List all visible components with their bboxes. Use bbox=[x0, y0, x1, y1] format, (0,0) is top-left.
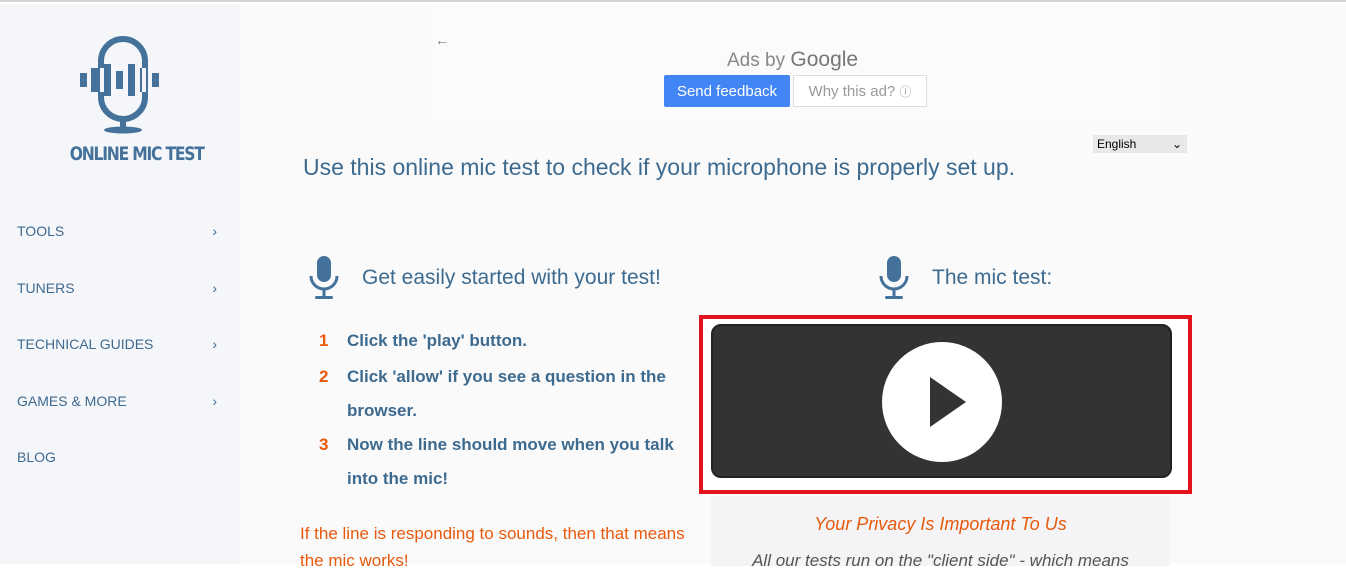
chevron-right-icon: › bbox=[212, 336, 217, 352]
nav-blog[interactable]: BLOG bbox=[17, 449, 217, 465]
nav-tools[interactable]: TOOLS › bbox=[17, 223, 217, 239]
chevron-right-icon: › bbox=[212, 280, 217, 296]
google-label: Google bbox=[790, 48, 859, 71]
ads-by-label: Ads by bbox=[727, 50, 786, 71]
nav-technical-guides[interactable]: TECHNICAL GUIDES › bbox=[17, 336, 217, 352]
ads-by-google: Ads by Google bbox=[727, 48, 858, 72]
mic-works-note: If the line is responding to sounds, the… bbox=[300, 524, 685, 570]
mic-test-highlight bbox=[699, 315, 1192, 494]
started-heading: Get easily started with your test! bbox=[308, 256, 661, 300]
step-3: 3 Now the line should move when you talk … bbox=[319, 428, 689, 496]
step-1: 1 Click the 'play' button. bbox=[319, 324, 699, 358]
play-icon bbox=[930, 377, 966, 427]
step-text: Now the line should move when you talk i… bbox=[347, 435, 674, 488]
back-arrow-icon[interactable]: ← bbox=[435, 32, 449, 48]
info-icon: ⓘ bbox=[899, 84, 912, 99]
nav-label: GAMES & MORE bbox=[17, 393, 127, 409]
nav-games-more[interactable]: GAMES & MORE › bbox=[17, 393, 217, 409]
language-value: English bbox=[1097, 137, 1137, 151]
sidebar: ONLINE MIC TEST TOOLS › TUNERS › TECHNICAL… bbox=[0, 4, 240, 564]
step-number: 3 bbox=[319, 435, 329, 454]
chevron-right-icon: › bbox=[212, 223, 217, 239]
nav-label: TECHNICAL GUIDES bbox=[17, 336, 154, 352]
step-text: Click 'allow' if you see a question in t… bbox=[347, 367, 666, 420]
language-select[interactable]: English ⌄ bbox=[1093, 135, 1187, 153]
privacy-title: Your Privacy Is Important To Us bbox=[814, 514, 1067, 534]
main-content: ← Ads by Google Send feedback Why this a… bbox=[240, 4, 1346, 570]
chevron-right-icon: › bbox=[212, 393, 217, 409]
nav-label: BLOG bbox=[17, 449, 56, 465]
step-number: 1 bbox=[319, 331, 329, 350]
why-label: Why this ad? bbox=[808, 82, 896, 100]
mic-test-heading: The mic test: bbox=[878, 256, 1052, 300]
step-number: 2 bbox=[319, 367, 329, 386]
nav-label: TOOLS bbox=[17, 223, 65, 239]
why-this-ad-button[interactable]: Why this ad? ⓘ bbox=[793, 75, 927, 107]
page-title: Use this online mic test to check if you… bbox=[303, 154, 1016, 180]
mic-test-title: The mic test: bbox=[932, 266, 1053, 289]
mic-test-player[interactable] bbox=[711, 324, 1172, 478]
play-button[interactable] bbox=[882, 342, 1002, 462]
nav-tuners[interactable]: TUNERS › bbox=[17, 280, 217, 296]
started-title: Get easily started with your test! bbox=[362, 266, 661, 289]
chevron-down-icon: ⌄ bbox=[1171, 137, 1182, 151]
logo[interactable]: ONLINE MIC TEST bbox=[58, 34, 205, 165]
nav-label: TUNERS bbox=[17, 280, 75, 296]
microphone-logo-icon bbox=[80, 36, 159, 134]
logo-text: ONLINE MIC TEST bbox=[69, 143, 205, 165]
step-2: 2 Click 'allow' if you see a question in … bbox=[319, 360, 709, 428]
microphone-icon bbox=[309, 256, 339, 299]
privacy-box: Your Privacy Is Important To Us All our … bbox=[711, 496, 1170, 570]
microphone-icon bbox=[879, 256, 909, 299]
step-text: Click the 'play' button. bbox=[347, 331, 527, 350]
send-feedback-button[interactable]: Send feedback bbox=[664, 75, 790, 107]
privacy-body: All our tests run on the "client side" -… bbox=[752, 551, 1129, 570]
